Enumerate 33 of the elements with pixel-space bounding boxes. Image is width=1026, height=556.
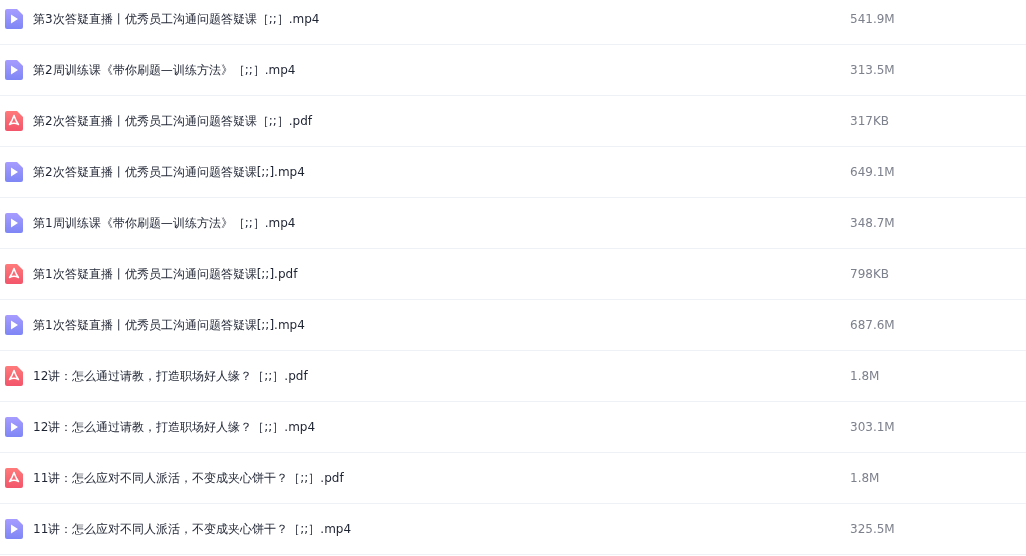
file-size: 687.6M [850,318,895,332]
file-name: 第3次答疑直播丨优秀员工沟通问题答疑课［;;］.mp4 [33,10,320,28]
file-name: 11讲：怎么应对不同人派活，不变成夹心饼干？［;;］.mp4 [33,520,352,538]
file-name: 第1周训练课《带你刷题—训练方法》［;;］.mp4 [33,214,296,232]
pdf-file-icon [5,366,23,386]
video-file-icon [5,60,23,80]
video-file-icon [5,213,23,233]
file-name: 第2周训练课《带你刷题—训练方法》［;;］.mp4 [33,61,296,79]
video-file-icon [5,315,23,335]
file-size: 348.7M [850,216,895,230]
pdf-file-icon [5,111,23,131]
video-file-icon [5,9,23,29]
file-size: 317KB [850,114,889,128]
file-name: 第1次答疑直播丨优秀员工沟通问题答疑课[;;].mp4 [33,316,305,334]
file-size: 798KB [850,267,889,281]
pdf-file-icon [5,264,23,284]
file-name: 11讲：怎么应对不同人派活，不变成夹心饼干？［;;］.pdf [33,469,344,487]
file-size: 325.5M [850,522,895,536]
video-file-icon [5,519,23,539]
file-name: 第2次答疑直播丨优秀员工沟通问题答疑课［;;］.pdf [33,112,312,130]
video-file-icon [5,162,23,182]
video-file-icon [5,417,23,437]
file-size: 303.1M [850,420,895,434]
file-name: 第2次答疑直播丨优秀员工沟通问题答疑课[;;].mp4 [33,163,305,181]
file-size: 1.8M [850,369,880,383]
file-size: 649.1M [850,165,895,179]
file-name: 12讲：怎么通过请教，打造职场好人缘？［;;］.pdf [33,367,308,385]
file-size: 541.9M [850,12,895,26]
file-size: 1.8M [850,471,880,485]
file-name: 第1次答疑直播丨优秀员工沟通问题答疑课[;;].pdf [33,265,298,283]
file-size: 313.5M [850,63,895,77]
pdf-file-icon [5,468,23,488]
file-name: 12讲：怎么通过请教，打造职场好人缘？［;;］.mp4 [33,418,316,436]
